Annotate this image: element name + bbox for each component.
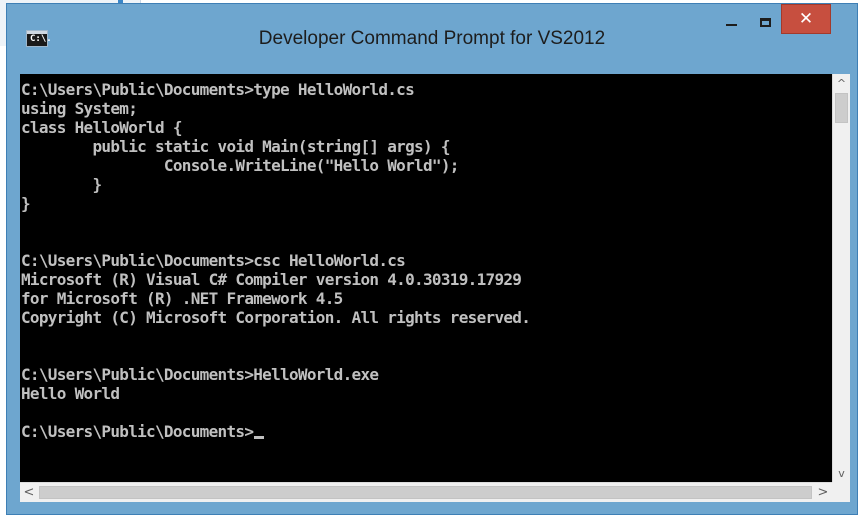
horizontal-scroll-thumb[interactable] [39, 486, 812, 499]
close-icon: ✕ [798, 9, 814, 29]
console-line: using System; [21, 99, 138, 118]
console-line: } [21, 194, 31, 213]
minimize-button[interactable] [717, 4, 745, 40]
close-button[interactable]: ✕ [781, 4, 831, 34]
console-line: C:\Users\Public\Documents>type HelloWorl… [21, 80, 415, 99]
scroll-right-icon[interactable]: > [814, 483, 832, 502]
console-line: C:\Users\Public\Documents>HelloWorld.exe [21, 365, 379, 384]
console-line: Console.WriteLine("Hello World"); [21, 156, 459, 175]
maximize-button[interactable] [751, 4, 779, 40]
scroll-down-icon[interactable]: v [833, 464, 850, 482]
scroll-up-icon[interactable]: ^ [833, 74, 850, 92]
title-bar[interactable]: C:\. Developer Command Prompt for VS2012… [7, 4, 857, 72]
scroll-left-icon[interactable]: < [20, 483, 38, 502]
console-line: C:\Users\Public\Documents>csc HelloWorld… [21, 251, 406, 270]
maximize-icon [759, 17, 771, 27]
console-line: Hello World [21, 384, 120, 403]
vertical-scroll-thumb[interactable] [835, 93, 848, 123]
console-text: C:\Users\Public\Documents>type HelloWorl… [21, 80, 531, 441]
console-line: Copyright (C) Microsoft Corporation. All… [21, 308, 531, 327]
console-line: C:\Users\Public\Documents> [21, 422, 530, 441]
console-line: public static void Main(string[] args) { [21, 137, 450, 156]
console-output[interactable]: C:\Users\Public\Documents>type HelloWorl… [20, 74, 832, 482]
console-line: for Microsoft (R) .NET Framework 4.5 [21, 289, 343, 308]
console-line: } [21, 175, 102, 194]
size-grip[interactable] [832, 482, 850, 502]
minimize-icon [725, 24, 737, 26]
text-cursor [254, 436, 265, 439]
vertical-scrollbar[interactable]: ^ v [832, 74, 850, 482]
command-prompt-window: C:\. Developer Command Prompt for VS2012… [6, 3, 858, 515]
console-line: Microsoft (R) Visual C# Compiler version… [21, 270, 522, 289]
horizontal-scrollbar[interactable]: < > [20, 482, 832, 502]
console-line: class HelloWorld { [21, 118, 182, 137]
